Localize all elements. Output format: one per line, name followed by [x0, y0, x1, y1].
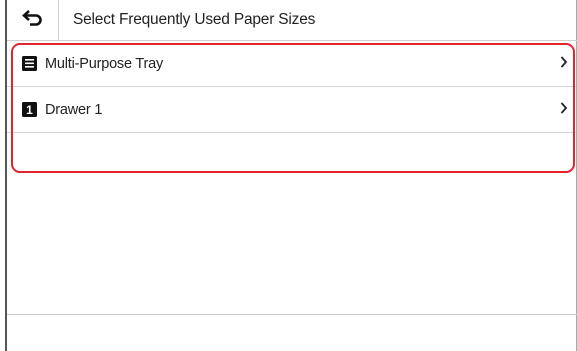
- back-arrow-icon: [21, 9, 44, 32]
- list-item-drawer-1[interactable]: 1 Drawer 1: [7, 87, 576, 133]
- chevron-right-icon: [560, 101, 568, 120]
- paper-source-list: Multi-Purpose Tray 1 Drawer 1: [7, 41, 576, 177]
- list-item-multi-purpose-tray[interactable]: Multi-Purpose Tray: [7, 41, 576, 87]
- chevron-right-icon: [560, 55, 568, 74]
- list-item-label: Multi-Purpose Tray: [45, 55, 164, 72]
- list-item-label: Drawer 1: [45, 101, 103, 118]
- multi-purpose-tray-icon: [22, 56, 37, 71]
- empty-list-slot: [7, 133, 576, 177]
- screen: Select Frequently Used Paper Sizes Multi…: [0, 0, 577, 351]
- drawer-1-icon: 1: [22, 102, 37, 117]
- svg-text:1: 1: [26, 103, 33, 117]
- page-title: Select Frequently Used Paper Sizes: [73, 11, 316, 28]
- back-button[interactable]: [7, 0, 59, 40]
- header-bar: Select Frequently Used Paper Sizes: [7, 0, 577, 41]
- footer-divider: [7, 314, 577, 315]
